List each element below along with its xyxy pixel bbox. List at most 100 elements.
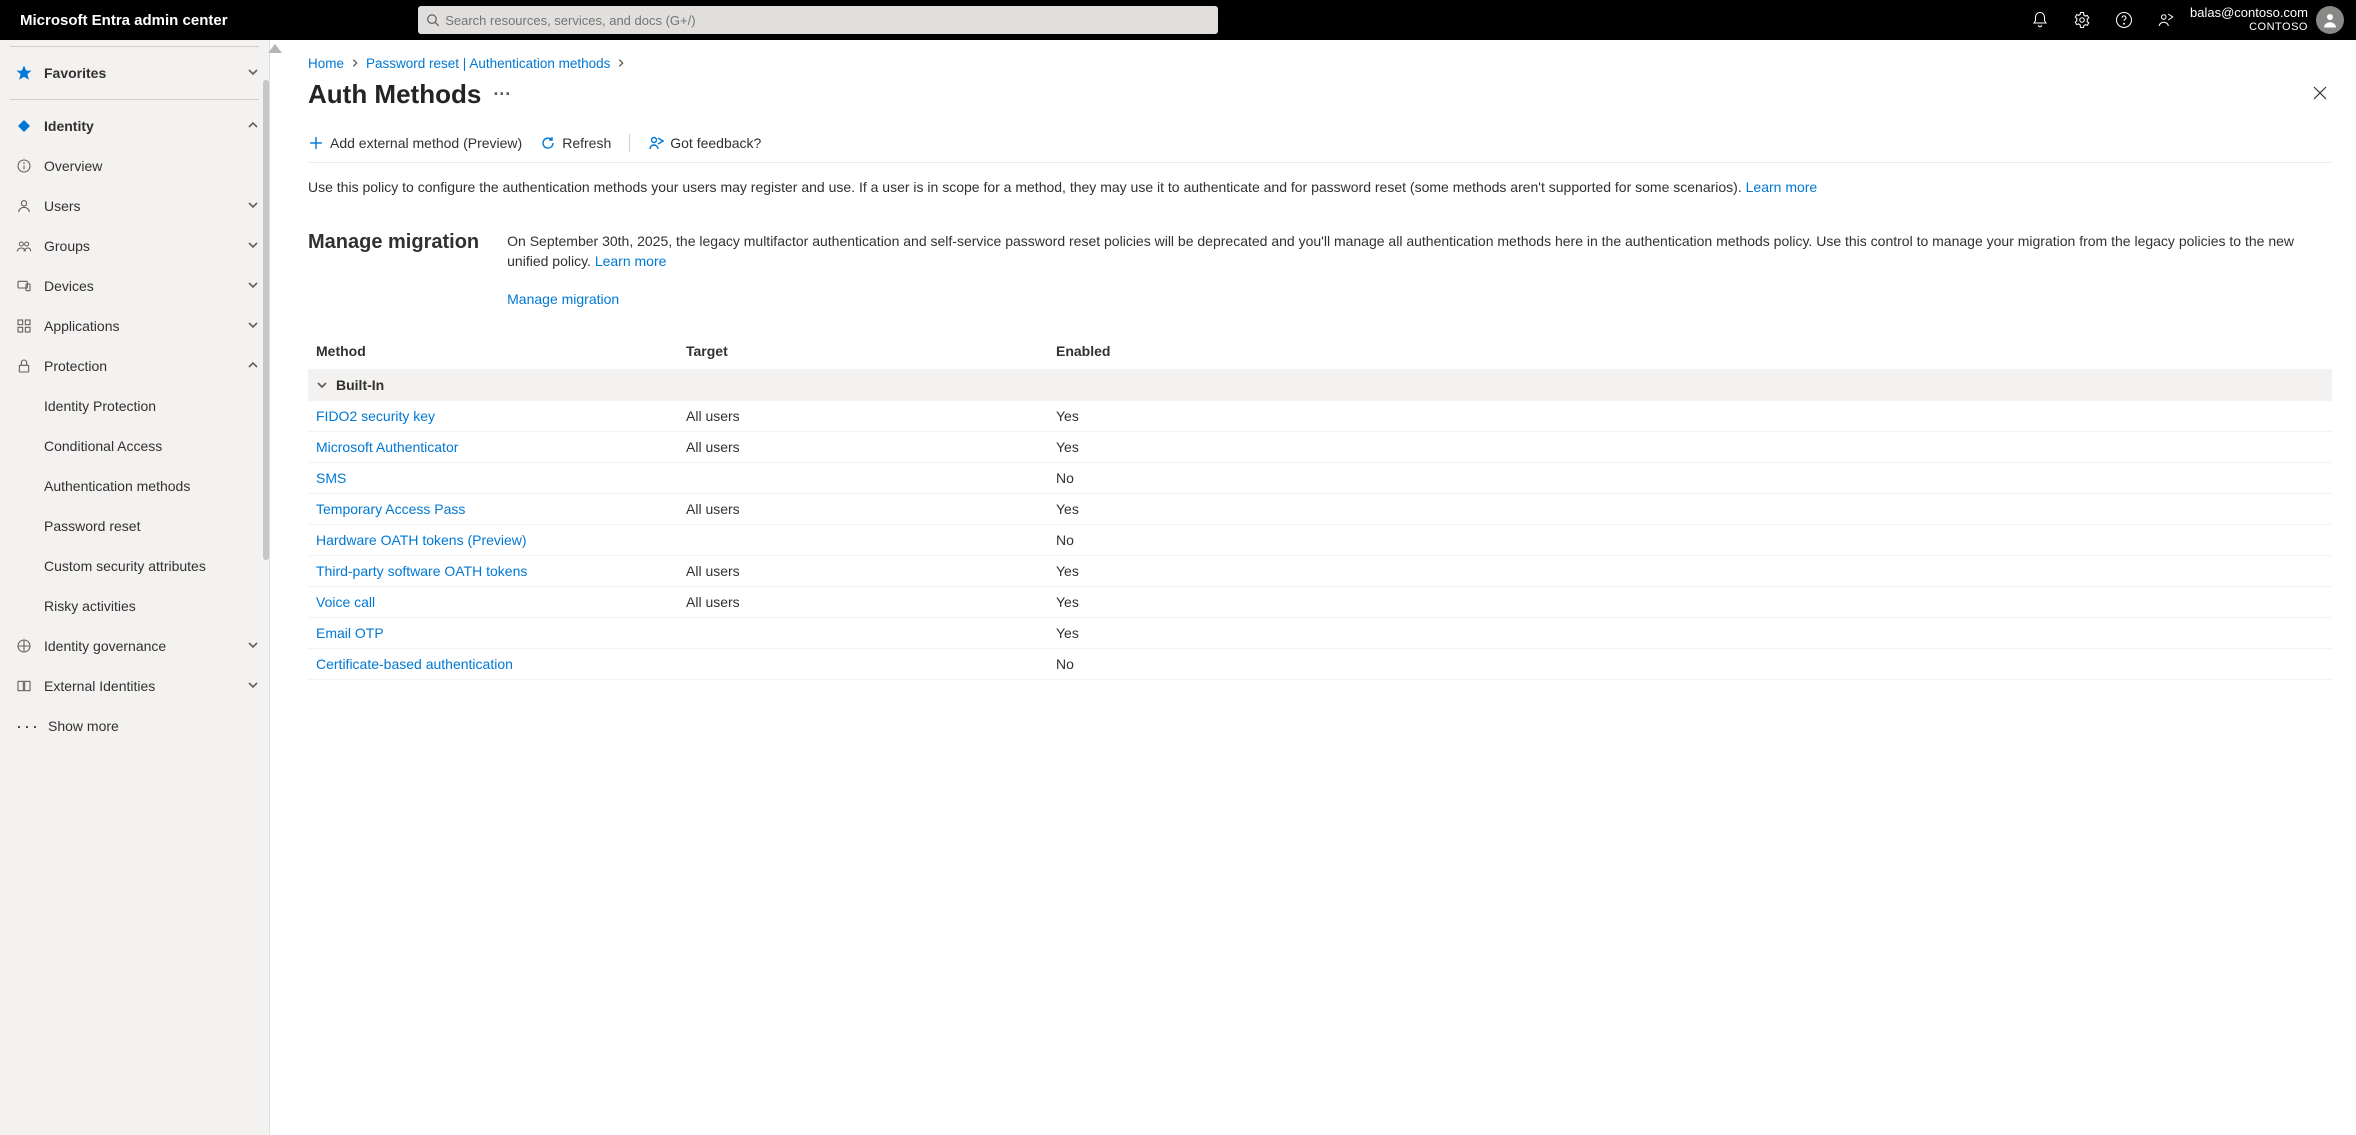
app-title: Microsoft Entra admin center [20, 12, 228, 29]
table-row[interactable]: Email OTP Yes [308, 618, 2332, 649]
sidebar-splitter[interactable] [270, 40, 284, 1135]
avatar [2316, 6, 2344, 34]
sidebar-item-devices[interactable]: Devices [0, 266, 269, 306]
col-target[interactable]: Target [678, 333, 1048, 369]
sidebar-item-identity-protection[interactable]: Identity Protection [0, 386, 269, 426]
table-row[interactable]: SMSNo [308, 463, 2332, 494]
cmd-feedback[interactable]: Got feedback? [648, 135, 761, 151]
chevron-down-icon [247, 239, 259, 251]
settings-button[interactable] [2064, 0, 2100, 40]
sidebar-item-auth-methods[interactable]: Authentication methods [0, 466, 269, 506]
intro-learn-more[interactable]: Learn more [1746, 179, 1818, 195]
sidebar: Favorites Identity Overview Users Groups… [0, 40, 270, 1135]
close-icon [2312, 85, 2328, 101]
page-more-button[interactable]: ··· [493, 84, 511, 105]
table-row[interactable]: FIDO2 security keyAll usersYes [308, 401, 2332, 432]
breadcrumb-parent[interactable]: Password reset | Authentication methods [366, 56, 610, 71]
gear-icon [2073, 11, 2091, 29]
col-enabled[interactable]: Enabled [1048, 333, 2332, 369]
method-link[interactable]: SMS [316, 470, 346, 486]
target-cell [678, 525, 1048, 556]
groups-icon [16, 238, 32, 254]
chevron-down-icon [247, 279, 259, 291]
col-method[interactable]: Method [308, 333, 678, 369]
sidebar-scrollbar[interactable] [263, 80, 269, 560]
sidebar-item-external-identities[interactable]: External Identities [0, 666, 269, 706]
enabled-cell: Yes [1048, 618, 2332, 649]
target-cell: All users [678, 494, 1048, 525]
method-link[interactable]: Email OTP [316, 625, 384, 641]
sidebar-item-groups[interactable]: Groups [0, 226, 269, 266]
table-row[interactable]: Certificate-based authentication No [308, 649, 2332, 680]
cmd-separator [629, 134, 630, 152]
plus-icon [308, 135, 324, 151]
chevron-right-icon [616, 58, 626, 68]
feedback-button[interactable] [2148, 0, 2184, 40]
sidebar-show-more[interactable]: ··· Show more [0, 706, 269, 746]
account-menu[interactable]: balas@contoso.com CONTOSO [2190, 6, 2348, 34]
external-icon [16, 678, 32, 694]
target-cell: All users [678, 432, 1048, 463]
bell-icon [2031, 11, 2049, 29]
method-link[interactable]: Third-party software OATH tokens [316, 563, 527, 579]
methods-table: Method Target Enabled Built-In FIDO2 sec… [308, 333, 2332, 680]
enabled-cell: No [1048, 649, 2332, 680]
sidebar-item-overview[interactable]: Overview [0, 146, 269, 186]
table-group-row[interactable]: Built-In [308, 369, 2332, 401]
help-icon [2115, 11, 2133, 29]
intro-text: Use this policy to configure the authent… [308, 177, 2332, 197]
sidebar-item-conditional-access[interactable]: Conditional Access [0, 426, 269, 466]
sidebar-item-risky-activities[interactable]: Risky activities [0, 586, 269, 626]
method-link[interactable]: Hardware OATH tokens (Preview) [316, 532, 527, 548]
migration-heading: Manage migration [308, 231, 479, 254]
chevron-down-icon [247, 319, 259, 331]
manage-migration-link[interactable]: Manage migration [507, 289, 619, 309]
enabled-cell: Yes [1048, 587, 2332, 618]
apps-icon [16, 318, 32, 334]
global-search[interactable] [418, 6, 1218, 34]
chevron-right-icon [350, 58, 360, 68]
table-row[interactable]: Temporary Access PassAll usersYes [308, 494, 2332, 525]
migration-learn-more[interactable]: Learn more [595, 253, 667, 269]
sidebar-identity[interactable]: Identity [0, 106, 269, 146]
table-row[interactable]: Hardware OATH tokens (Preview) No [308, 525, 2332, 556]
breadcrumb: Home Password reset | Authentication met… [308, 56, 2332, 71]
chevron-up-icon [247, 119, 259, 131]
chevron-down-icon [247, 679, 259, 691]
collapse-sidebar-icon [268, 44, 282, 53]
feedback-person-icon [2157, 11, 2175, 29]
close-blade-button[interactable] [2308, 81, 2332, 108]
table-row[interactable]: Third-party software OATH tokensAll user… [308, 556, 2332, 587]
method-link[interactable]: FIDO2 security key [316, 408, 435, 424]
method-link[interactable]: Voice call [316, 594, 375, 610]
topbar: Microsoft Entra admin center balas@conto… [0, 0, 2356, 40]
info-icon [16, 158, 32, 174]
sidebar-item-users[interactable]: Users [0, 186, 269, 226]
sidebar-item-password-reset[interactable]: Password reset [0, 506, 269, 546]
breadcrumb-home[interactable]: Home [308, 56, 344, 71]
search-icon [426, 13, 440, 27]
table-row[interactable]: Voice call All usersYes [308, 587, 2332, 618]
sidebar-item-applications[interactable]: Applications [0, 306, 269, 346]
enabled-cell: No [1048, 525, 2332, 556]
notifications-button[interactable] [2022, 0, 2058, 40]
governance-icon [16, 638, 32, 654]
sidebar-favorites[interactable]: Favorites [0, 53, 269, 93]
method-link[interactable]: Temporary Access Pass [316, 501, 465, 517]
user-icon [16, 198, 32, 214]
method-link[interactable]: Certificate-based authentication [316, 656, 513, 672]
cmd-refresh[interactable]: Refresh [540, 135, 611, 151]
sidebar-item-identity-governance[interactable]: Identity governance [0, 626, 269, 666]
enabled-cell: Yes [1048, 401, 2332, 432]
sidebar-item-protection[interactable]: Protection [0, 346, 269, 386]
star-icon [16, 65, 32, 81]
table-row[interactable]: Microsoft AuthenticatorAll usersYes [308, 432, 2332, 463]
feedback-icon [648, 135, 664, 151]
target-cell [678, 649, 1048, 680]
sidebar-item-custom-sec-attrs[interactable]: Custom security attributes [0, 546, 269, 586]
cmd-add-external[interactable]: Add external method (Preview) [308, 135, 522, 151]
method-link[interactable]: Microsoft Authenticator [316, 439, 458, 455]
search-input[interactable] [445, 13, 1209, 28]
help-button[interactable] [2106, 0, 2142, 40]
target-cell: All users [678, 587, 1048, 618]
